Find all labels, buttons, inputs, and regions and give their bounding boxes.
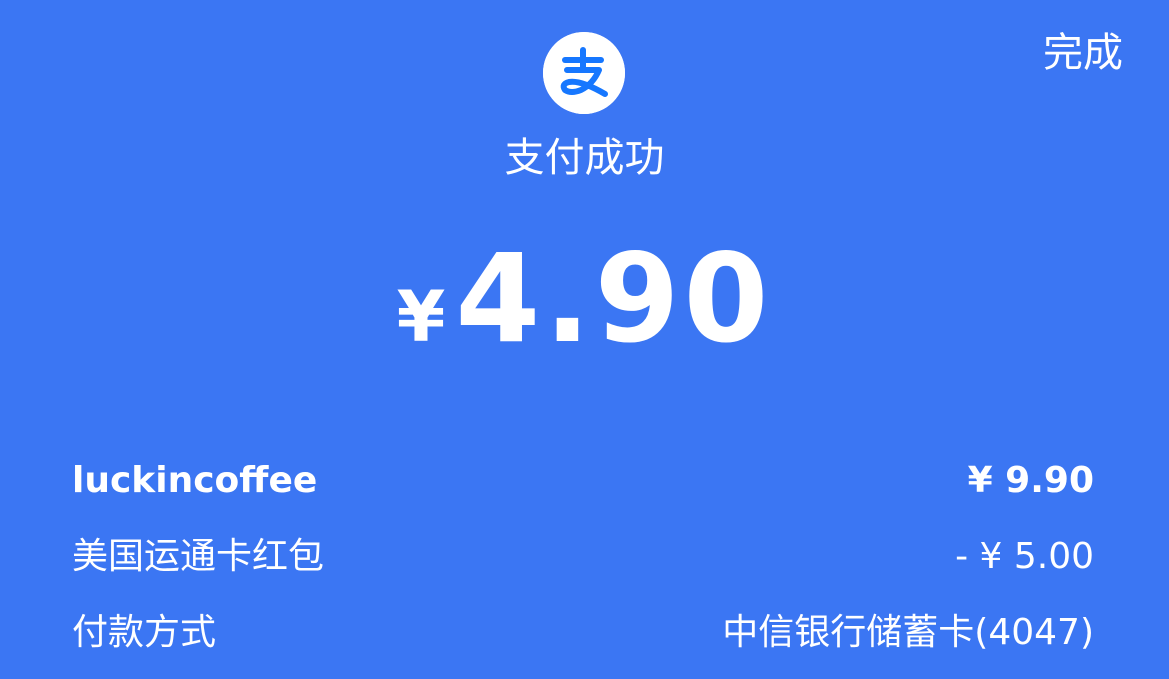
done-button[interactable]: 完成 [1043, 28, 1123, 78]
alipay-logo-icon [543, 32, 625, 114]
detail-row-discount: 美国运通卡红包 - ¥ 5.00 [72, 519, 1094, 595]
currency-symbol: ¥ [396, 276, 446, 358]
amount-value: 4.90 [455, 228, 773, 370]
detail-row-merchant: luckincoffee ¥ 9.90 [72, 443, 1094, 519]
payment-method-label: 付款方式 [72, 612, 217, 653]
payment-status-title: 支付成功 [504, 135, 665, 181]
original-price: ¥ 9.90 [967, 460, 1094, 501]
detail-row-payment-method: 付款方式 中信银行储蓄卡(4047) [72, 595, 1094, 671]
discount-label: 美国运通卡红包 [72, 536, 325, 577]
discount-value: - ¥ 5.00 [955, 536, 1094, 577]
payment-details: luckincoffee ¥ 9.90 美国运通卡红包 - ¥ 5.00 付款方… [72, 443, 1094, 671]
merchant-name: luckincoffee [72, 460, 318, 501]
payment-method-value: 中信银行储蓄卡(4047) [722, 612, 1094, 653]
payment-amount: ¥4.90 [0, 228, 1169, 370]
